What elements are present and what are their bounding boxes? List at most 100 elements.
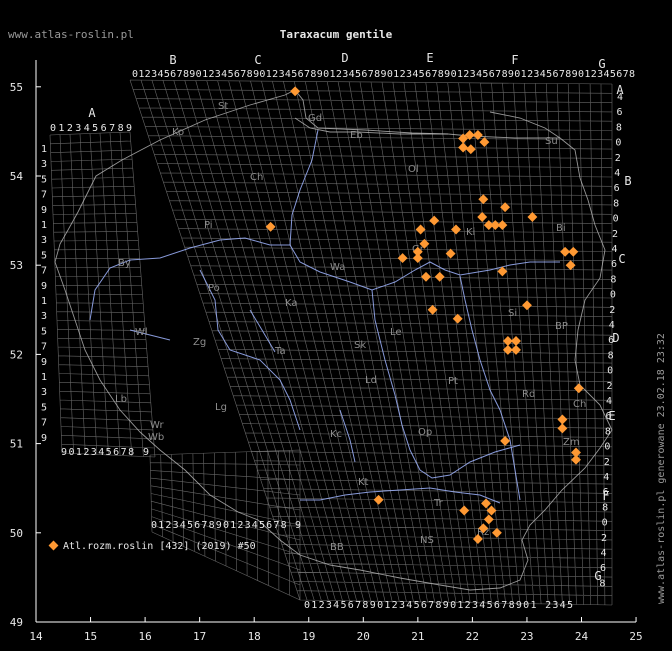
digit-top: 2	[527, 69, 533, 80]
digit-bottom-main: 9	[516, 600, 522, 611]
region-label: Lg	[215, 402, 227, 413]
x-tick-label: 16	[138, 630, 151, 643]
digit-bottom-b: 5	[187, 520, 193, 531]
digit-left: 5	[41, 402, 47, 413]
digit-right: 0	[602, 518, 608, 529]
region-label: Ko	[172, 127, 184, 138]
digit-top-a: 3	[75, 123, 81, 134]
y-tick-label: 52	[10, 348, 23, 361]
digit-right: 6	[603, 487, 609, 498]
digit-bottom-main: 7	[501, 600, 507, 611]
digit-right: 4	[600, 548, 606, 559]
digit-bottom-b: 0	[223, 520, 229, 531]
digit-bottom-b: 8	[281, 520, 287, 531]
digit-top: 9	[380, 69, 386, 80]
digit-left: 3	[41, 387, 47, 398]
digit-top: 0	[451, 69, 457, 80]
y-tick-label: 50	[10, 527, 23, 540]
digit-bottom-main: 1	[530, 600, 536, 611]
region-label: Sk	[354, 340, 366, 351]
region-label: BP	[555, 321, 568, 332]
digit-bottom-main: 4	[333, 600, 339, 611]
occurrence-point	[452, 313, 463, 324]
digit-left: 9	[41, 433, 47, 444]
region-labels: StGdEbSuOlKoChPiByGrBiWaSiBPPoKaWlZgLeSk…	[115, 101, 586, 553]
digit-left: 9	[41, 281, 47, 292]
digit-bottom-b: 1	[158, 520, 164, 531]
digit-bottom-main: 1	[384, 600, 390, 611]
digit-top: 8	[183, 69, 189, 80]
occurrence-point	[434, 271, 445, 282]
y-tick-label: 54	[10, 170, 24, 183]
digit-top: 9	[444, 69, 450, 80]
digit-top: 2	[591, 69, 597, 80]
digit-top: 5	[482, 69, 488, 80]
digit-bottom-b: 5	[259, 520, 265, 531]
digit-bottom-b: 2	[165, 520, 171, 531]
digit-top: 3	[151, 69, 157, 80]
digit-left: 1	[41, 372, 47, 383]
legend-marker	[48, 540, 59, 551]
digit-right: 6	[605, 411, 611, 422]
region-label: Wr	[150, 420, 164, 431]
digit-top: 0	[578, 69, 584, 80]
digit-bottom-b: 4	[252, 520, 258, 531]
digit-bottom-main: 3	[326, 600, 332, 611]
digit-top: 6	[489, 69, 495, 80]
digit-bottom-b: 4	[180, 520, 186, 531]
digit-top: 0	[387, 69, 393, 80]
digit-right: 4	[606, 396, 612, 407]
digit-bottom-main: 5	[487, 600, 493, 611]
digit-right: 0	[610, 290, 616, 301]
digit-bottom-b: 2	[237, 520, 243, 531]
region-label: Pt	[448, 376, 458, 387]
digit-bottom-b: 3	[245, 520, 251, 531]
region-label: Si	[508, 308, 517, 319]
digit-top-a: 4	[84, 123, 90, 134]
digit-right: 8	[602, 502, 608, 513]
distribution-map: StGdEbSuOlKoChPiByGrBiWaSiBPPoKaWlZgLeSk…	[8, 28, 667, 643]
region-label: Gd	[308, 113, 322, 124]
digit-bottom-main: 8	[435, 600, 441, 611]
y-tick-label: 53	[10, 259, 23, 272]
digit-top: 2	[463, 69, 469, 80]
digit-bottom-main: 2	[545, 600, 551, 611]
digit-bottom-a: 7	[121, 447, 127, 458]
digit-left: 5	[41, 326, 47, 337]
digit-bottom-main: 0	[523, 600, 529, 611]
x-tick-label: 18	[248, 630, 261, 643]
digit-bottom-b: 6	[194, 520, 200, 531]
digit-left: 7	[41, 190, 47, 201]
occurrence-point	[568, 246, 579, 257]
digit-left: 5	[41, 250, 47, 261]
digit-top: 9	[572, 69, 578, 80]
digit-right: 4	[614, 168, 620, 179]
digit-bottom-main: 9	[370, 600, 376, 611]
digit-bottom-main: 2	[392, 600, 398, 611]
digit-top: 0	[323, 69, 329, 80]
occurrence-point	[477, 212, 488, 222]
digit-top: 0	[132, 69, 138, 80]
occurrence-point	[429, 215, 440, 226]
digit-top: 1	[393, 69, 399, 80]
digit-top: 0	[514, 69, 520, 80]
x-tick-label: 25	[629, 630, 642, 643]
digit-top: 4	[285, 69, 291, 80]
digit-bottom-main: 7	[355, 600, 361, 611]
occurrence-point	[491, 527, 502, 538]
region-label: Pi	[204, 220, 213, 231]
digit-top: 7	[495, 69, 501, 80]
digit-top: 9	[508, 69, 514, 80]
region-label: Su	[545, 136, 558, 147]
digit-bottom-a: 9	[61, 447, 67, 458]
occurrence-point	[373, 494, 384, 505]
digit-top: 8	[502, 69, 508, 80]
digit-bottom-a: 4	[98, 447, 104, 458]
legend: Atl.rozm.roslin [432] (2019) #50	[48, 540, 256, 552]
digit-top: 4	[476, 69, 482, 80]
digit-top: 7	[240, 69, 246, 80]
digit-top: 3	[470, 69, 476, 80]
digit-right: 6	[616, 107, 622, 118]
occurrence-point	[481, 498, 491, 509]
digit-top: 0	[196, 69, 202, 80]
